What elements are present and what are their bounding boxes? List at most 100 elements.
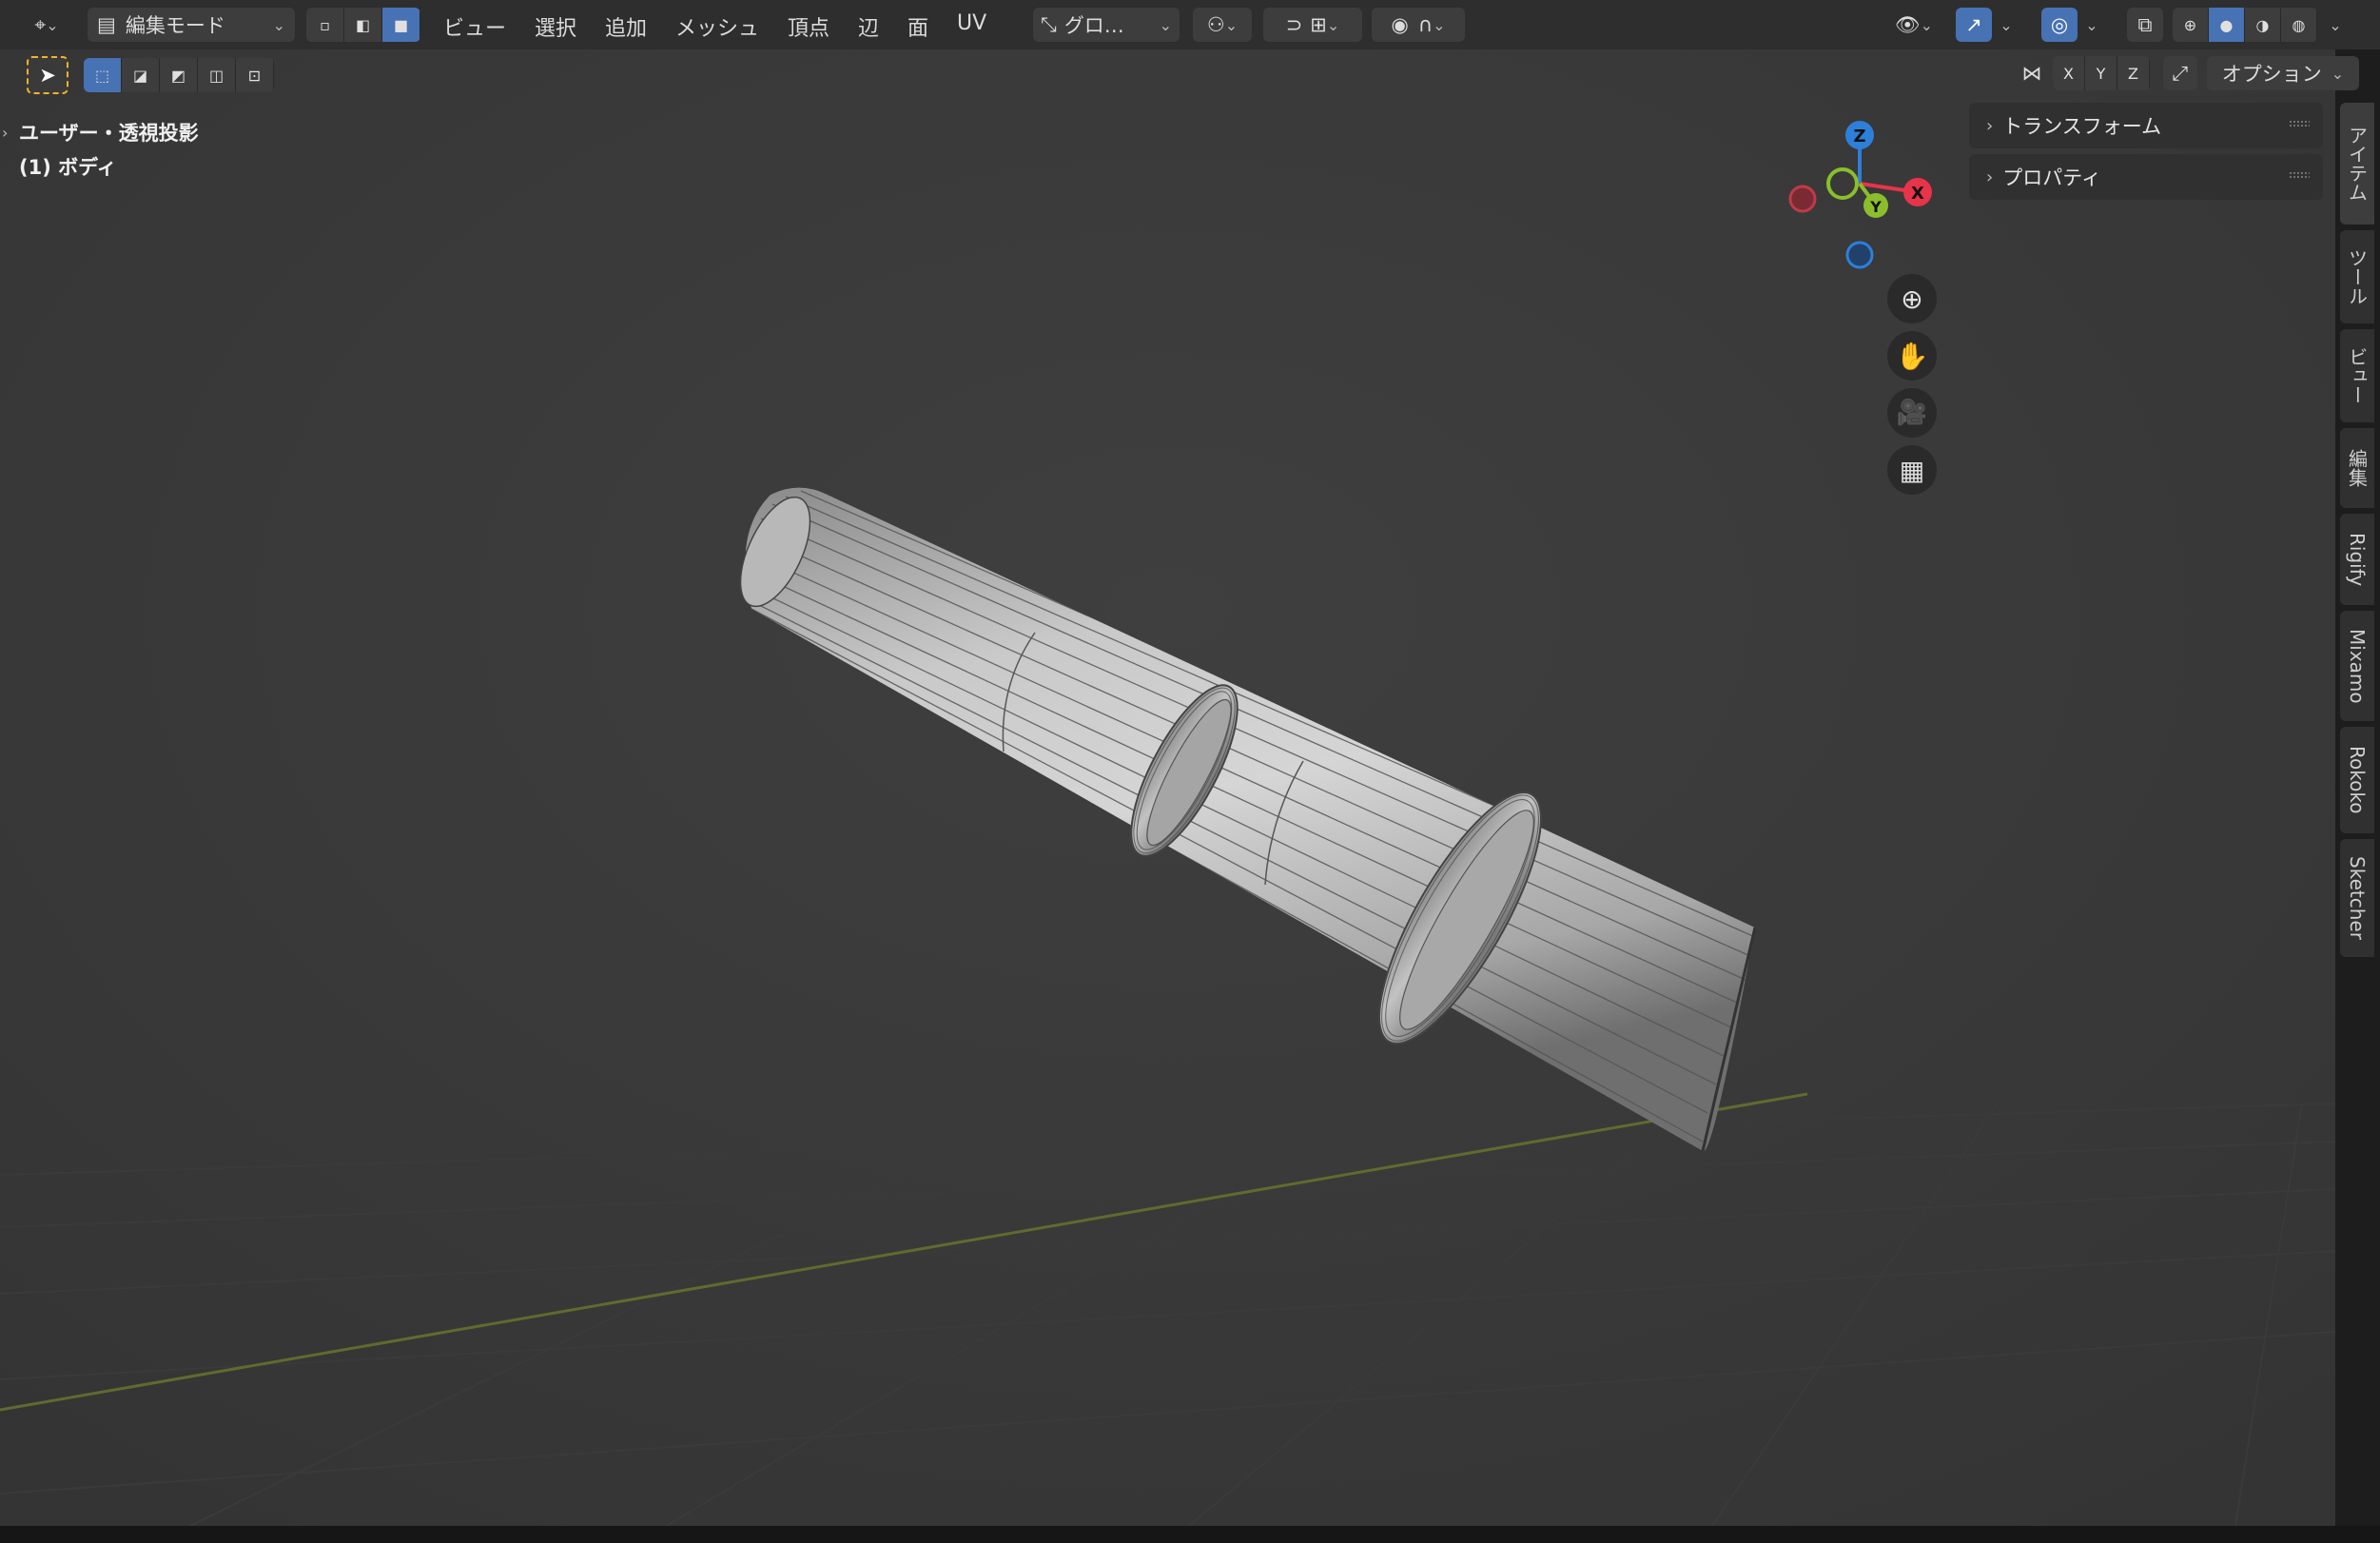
- select-extend-button[interactable]: ◪: [122, 58, 160, 92]
- drag-handle-icon[interactable]: [2289, 171, 2310, 179]
- edge-select-icon: ◧: [355, 15, 371, 34]
- select-tool-button[interactable]: ➤: [27, 56, 68, 94]
- gizmo-toggle-button[interactable]: ↗: [1956, 8, 1992, 42]
- proportional-editing-icon: ◉: [1391, 13, 1409, 36]
- options-dropdown[interactable]: オプション ⌄: [2207, 56, 2359, 90]
- selection-mode-group: ⬚ ◪ ◩ ◫ ⊡: [84, 58, 274, 92]
- tab-edit[interactable]: 編集: [2340, 428, 2374, 508]
- wireframe-shading-button[interactable]: ⊕: [2173, 8, 2209, 42]
- gizmo-z-label: Z: [1853, 127, 1865, 146]
- chevron-down-icon: ⌄: [1920, 15, 1934, 34]
- auto-merge-button[interactable]: ⤢: [2163, 56, 2197, 90]
- bottom-edge: [0, 1526, 2380, 1543]
- mirror-z-toggle[interactable]: Z: [2117, 56, 2150, 90]
- mode-selector[interactable]: ▤ 編集モード ⌄: [88, 8, 295, 42]
- tab-rokoko-label: Rokoko: [2346, 746, 2369, 814]
- menu-face[interactable]: 面: [907, 11, 928, 42]
- gizmo-dropdown[interactable]: ⌄: [1992, 8, 2020, 42]
- transform-orientation-selector[interactable]: ⤡ グロ… ⌄: [1033, 8, 1180, 42]
- snap-magnet-icon: ⊃: [1285, 13, 1303, 36]
- chevron-down-icon: ⌄: [1224, 15, 1239, 34]
- zoom-magnifier-icon: ⊕: [1901, 283, 1923, 315]
- tab-tool[interactable]: ツール: [2340, 230, 2374, 323]
- tab-item-label: アイテム: [2345, 126, 2369, 202]
- chevron-down-icon: ⌄: [46, 15, 59, 34]
- select-subtract-button[interactable]: ◩: [160, 58, 198, 92]
- falloff-curve-icon: ∩: [1417, 13, 1434, 36]
- mirror-x-toggle[interactable]: X: [2053, 56, 2085, 90]
- select-intersect-button[interactable]: ⊡: [236, 58, 274, 92]
- perspective-toggle-button[interactable]: ▦: [1887, 445, 1937, 495]
- vertex-select-button[interactable]: ▫: [306, 8, 344, 42]
- chevron-down-icon: ⌄: [1433, 15, 1446, 34]
- neg-z-axis-handle: [1845, 241, 1874, 269]
- mirror-icon-button[interactable]: ⋈: [2015, 56, 2049, 90]
- mirror-y-toggle[interactable]: Y: [2085, 56, 2117, 90]
- face-select-button[interactable]: ■: [382, 8, 420, 42]
- tab-item[interactable]: アイテム: [2340, 103, 2374, 225]
- rendered-shading-button[interactable]: ◍: [2281, 8, 2317, 42]
- shading-dropdown[interactable]: ⌄: [2321, 8, 2350, 42]
- navigation-gizmo[interactable]: Z X Y: [1769, 114, 1950, 276]
- menu-vertex[interactable]: 頂点: [788, 11, 829, 42]
- tab-rigify[interactable]: Rigify: [2340, 514, 2374, 605]
- shading-mode-group: ⊕ ● ◑ ◍: [2173, 8, 2317, 42]
- editor-type-selector[interactable]: ⌖ ⌄: [17, 8, 76, 42]
- xray-toggle-button[interactable]: ⧉: [2127, 8, 2163, 42]
- camera-view-button[interactable]: 🎥: [1887, 388, 1937, 438]
- menu-view[interactable]: ビュー: [443, 11, 506, 42]
- snap-increment-icon: ⊞: [1310, 13, 1327, 36]
- solid-shading-button[interactable]: ●: [2209, 8, 2245, 42]
- panel-properties-label: プロパティ: [2002, 166, 2101, 189]
- hand-icon: ✋: [1895, 340, 1929, 372]
- object-name: (1) ボディ: [19, 156, 117, 179]
- panel-properties[interactable]: › プロパティ: [1969, 154, 2323, 200]
- chevron-down-icon: ⌄: [1326, 15, 1340, 34]
- toolbar-expand-icon[interactable]: ›: [2, 124, 8, 142]
- tab-tool-label: ツール: [2345, 248, 2369, 305]
- overlays-toggle-button[interactable]: ◎: [2041, 8, 2078, 42]
- overlays-icon: ◎: [2050, 13, 2069, 36]
- editor-type-icon: ⌖: [34, 12, 47, 36]
- tab-sketcher-label: Sketcher: [2346, 856, 2369, 940]
- tab-rigify-label: Rigify: [2346, 532, 2369, 587]
- edge-select-button[interactable]: ◧: [344, 8, 382, 42]
- menu-add[interactable]: 追加: [605, 11, 647, 42]
- sidebar-panel: › トランスフォーム › プロパティ: [1969, 103, 2323, 205]
- select-new-button[interactable]: ⬚: [84, 58, 122, 92]
- tab-sketcher[interactable]: Sketcher: [2340, 839, 2374, 957]
- 3d-viewport[interactable]: [0, 0, 2335, 1526]
- zoom-button[interactable]: ⊕: [1887, 274, 1937, 323]
- eye-icon: 👁: [1894, 12, 1921, 36]
- drag-handle-icon[interactable]: [2289, 120, 2310, 127]
- select-intersect-icon: ⊡: [247, 66, 262, 85]
- chevron-down-icon: ⌄: [1159, 15, 1172, 34]
- tab-rokoko[interactable]: Rokoko: [2340, 727, 2374, 833]
- menu-edge[interactable]: 辺: [858, 11, 879, 42]
- material-shading-button[interactable]: ◑: [2245, 8, 2281, 42]
- chevron-down-icon: ⌄: [2331, 64, 2345, 83]
- overlays-dropdown[interactable]: ⌄: [2078, 8, 2106, 42]
- axis-z-label: Z: [2128, 64, 2138, 83]
- pan-button[interactable]: ✋: [1887, 331, 1937, 381]
- select-invert-button[interactable]: ◫: [198, 58, 236, 92]
- pivot-point-selector[interactable]: ⚇ ⌄: [1193, 8, 1252, 42]
- orientation-icon: ⤡: [1041, 12, 1057, 36]
- tab-mixamo[interactable]: Mixamo: [2340, 611, 2374, 721]
- gizmo-x-label: X: [1911, 184, 1924, 204]
- tab-edit-label: 編集: [2345, 449, 2369, 487]
- snapping-selector[interactable]: ⊃ ⊞ ⌄: [1263, 8, 1362, 42]
- panel-transform[interactable]: › トランスフォーム: [1969, 103, 2323, 148]
- visibility-selector[interactable]: 👁 ⌄: [1883, 8, 1944, 42]
- proportional-editing-selector[interactable]: ◉ ∩ ⌄: [1372, 8, 1465, 42]
- menu-mesh[interactable]: メッシュ: [675, 11, 759, 42]
- menu-select[interactable]: 選択: [535, 11, 576, 42]
- options-label: オプション: [2221, 63, 2322, 86]
- chevron-down-icon: ⌄: [2085, 15, 2098, 34]
- camera-icon: 🎥: [1896, 399, 1928, 427]
- auto-merge-icon: ⤢: [2172, 61, 2189, 85]
- tab-view[interactable]: ビュー: [2340, 329, 2374, 422]
- menu-uv[interactable]: UV: [957, 11, 986, 35]
- panel-transform-label: トランスフォーム: [2002, 115, 2162, 138]
- mirror-axis-group: X Y Z: [2053, 56, 2150, 90]
